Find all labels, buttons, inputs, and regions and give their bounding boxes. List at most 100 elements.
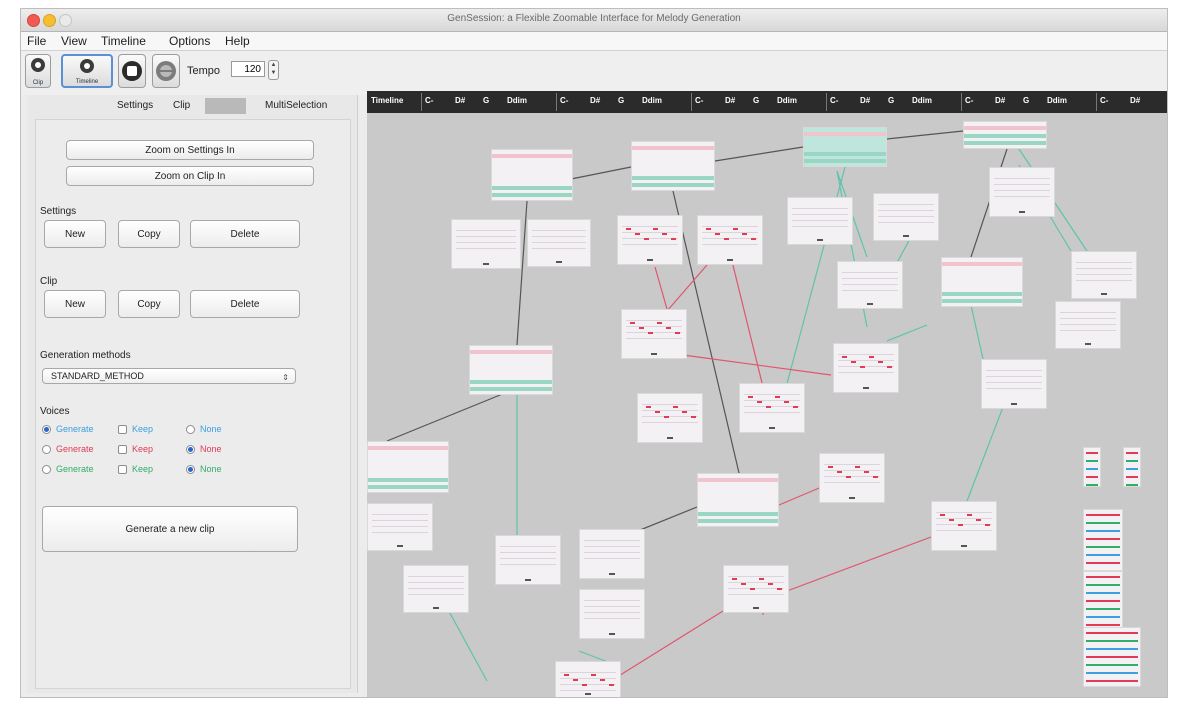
timeline-chord[interactable]: C- <box>560 96 568 105</box>
clip-node[interactable] <box>837 261 903 309</box>
timeline-chord[interactable]: Ddim <box>912 96 932 105</box>
clip-node[interactable] <box>527 219 591 267</box>
clip-node[interactable] <box>637 393 703 443</box>
timeline-chord[interactable]: D# <box>725 96 735 105</box>
stepper-down-icon[interactable]: ▼ <box>269 69 278 77</box>
timeline-chord[interactable]: Ddim <box>507 96 527 105</box>
timeline-chord[interactable]: D# <box>995 96 1005 105</box>
menu-options[interactable]: Options <box>169 34 210 48</box>
menu-help[interactable]: Help <box>225 34 250 48</box>
clip-thumbnail[interactable] <box>1083 627 1141 687</box>
panel-tabs: Settings Clip Voices MultiSelection <box>27 95 357 117</box>
clip-node[interactable] <box>787 197 853 245</box>
timeline-chord[interactable]: D# <box>1130 96 1140 105</box>
settings-new-button[interactable]: New <box>44 220 106 248</box>
voice-1-none-radio[interactable] <box>186 425 195 434</box>
clip-thumbnail[interactable] <box>1083 447 1101 487</box>
settings-copy-button[interactable]: Copy <box>118 220 180 248</box>
clip-thumbnail[interactable] <box>1083 571 1123 631</box>
clip-thumbnail[interactable] <box>1123 447 1141 487</box>
zoom-settings-button[interactable]: Zoom on Settings In <box>66 140 314 160</box>
clip-copy-button[interactable]: Copy <box>118 290 180 318</box>
clip-node[interactable] <box>697 215 763 265</box>
timeline-chord[interactable]: D# <box>455 96 465 105</box>
settings-delete-button[interactable]: Delete <box>190 220 300 248</box>
clip-node[interactable] <box>1071 251 1137 299</box>
timeline-chord[interactable]: C- <box>425 96 433 105</box>
tab-clip[interactable]: Clip <box>167 98 196 114</box>
timeline-chord[interactable]: D# <box>860 96 870 105</box>
clip-node[interactable] <box>555 661 621 697</box>
tab-multiselection[interactable]: MultiSelection <box>259 98 333 114</box>
voice-2-generate-radio[interactable] <box>42 445 51 454</box>
settings-node[interactable] <box>697 473 779 527</box>
clip-node[interactable] <box>819 453 885 503</box>
timeline-chord[interactable]: C- <box>965 96 973 105</box>
voice-3-generate-radio[interactable] <box>42 465 51 474</box>
clip-node[interactable] <box>931 501 997 551</box>
timeline-chord[interactable]: G <box>888 96 894 105</box>
timeline-chord[interactable]: C- <box>830 96 838 105</box>
settings-node[interactable] <box>491 149 573 201</box>
menu-file[interactable]: File <box>27 34 46 48</box>
clip-node[interactable] <box>617 215 683 265</box>
menu-view[interactable]: View <box>61 34 87 48</box>
clip-node[interactable] <box>833 343 899 393</box>
clip-node[interactable] <box>989 167 1055 217</box>
clip-node[interactable] <box>739 383 805 433</box>
voice-1-generate-radio[interactable] <box>42 425 51 434</box>
mute-icon <box>156 61 176 81</box>
stepper-up-icon[interactable]: ▲ <box>269 61 278 69</box>
settings-node[interactable] <box>631 141 715 191</box>
timeline-chord[interactable]: Ddim <box>777 96 797 105</box>
voice-3-keep-checkbox[interactable] <box>118 465 127 474</box>
timeline-view-button[interactable]: Timeline <box>61 54 113 88</box>
clip-view-button[interactable]: Clip <box>25 54 51 88</box>
voice-2-keep-checkbox[interactable] <box>118 445 127 454</box>
timeline-chord[interactable]: C- <box>1100 96 1108 105</box>
tab-settings[interactable]: Settings <box>111 98 159 114</box>
settings-node[interactable] <box>963 121 1047 149</box>
timeline-bar[interactable]: Timeline C- D# G Ddim C- D# G Ddim C- D# G Ddim C- D#… <box>367 91 1167 113</box>
settings-node[interactable] <box>803 127 887 167</box>
timeline-chord[interactable]: G <box>1023 96 1029 105</box>
clip-node[interactable] <box>579 589 645 639</box>
clip-node[interactable] <box>621 309 687 359</box>
generate-new-clip-button[interactable]: Generate a new clip <box>42 506 298 552</box>
generation-method-select[interactable]: STANDARD_METHOD ⇕ <box>42 368 296 384</box>
clip-new-button[interactable]: New <box>44 290 106 318</box>
clip-node[interactable] <box>451 219 521 269</box>
clip-thumbnail[interactable] <box>1083 509 1123 571</box>
timeline-chord[interactable]: D# <box>590 96 600 105</box>
timeline-chord[interactable]: Ddim <box>642 96 662 105</box>
clip-node[interactable] <box>495 535 561 585</box>
stop-button[interactable] <box>118 54 146 88</box>
tempo-input[interactable] <box>231 61 265 77</box>
clip-delete-button[interactable]: Delete <box>190 290 300 318</box>
timeline-chord[interactable]: C- <box>695 96 703 105</box>
settings-node[interactable] <box>367 441 449 493</box>
settings-node[interactable] <box>941 257 1023 307</box>
timeline-chord[interactable]: G <box>753 96 759 105</box>
clip-node[interactable] <box>579 529 645 579</box>
clip-node[interactable] <box>981 359 1047 409</box>
timeline-chord[interactable]: G <box>618 96 624 105</box>
zoom-clip-button[interactable]: Zoom on Clip In <box>66 166 314 186</box>
clip-node[interactable] <box>403 565 469 613</box>
tab-voices[interactable]: Voices <box>205 98 247 114</box>
mute-button[interactable] <box>152 54 180 88</box>
zoomable-canvas[interactable]: Timeline C- D# G Ddim C- D# G Ddim C- D# G Ddim C- D#… <box>367 91 1167 697</box>
voice-3-none-radio[interactable] <box>186 465 195 474</box>
voice-2-generate-label: Generate <box>56 444 94 454</box>
settings-node[interactable] <box>469 345 553 395</box>
voice-2-none-radio[interactable] <box>186 445 195 454</box>
clip-node[interactable] <box>1055 301 1121 349</box>
clip-node[interactable] <box>367 503 433 551</box>
menu-timeline[interactable]: Timeline <box>101 34 146 48</box>
timeline-chord[interactable]: G <box>483 96 489 105</box>
clip-node[interactable] <box>873 193 939 241</box>
timeline-chord[interactable]: Ddim <box>1047 96 1067 105</box>
tempo-stepper[interactable]: ▲ ▼ <box>268 60 279 80</box>
clip-node[interactable] <box>723 565 789 613</box>
voice-1-keep-checkbox[interactable] <box>118 425 127 434</box>
